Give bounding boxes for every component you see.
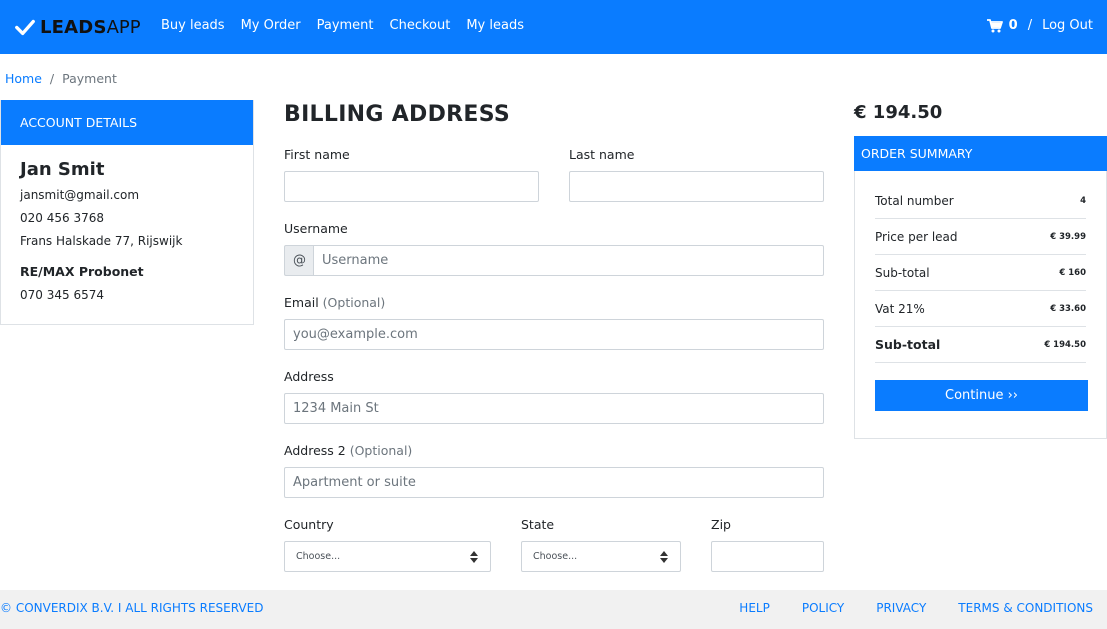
- continue-button[interactable]: Continue ››: [875, 380, 1088, 411]
- order-summary-card: ORDER SUMMARY Total number 4 Price per l…: [854, 136, 1107, 439]
- summary-row-label: Total number: [875, 193, 954, 208]
- country-select-value: Choose...: [296, 551, 341, 562]
- footer-link-help[interactable]: HELP: [739, 601, 770, 615]
- username-input[interactable]: [313, 245, 824, 276]
- sort-arrows-icon: [660, 551, 668, 563]
- sort-arrows-icon: [470, 551, 478, 563]
- logout-link[interactable]: Log Out: [1042, 18, 1093, 33]
- account-phone: 020 456 3768: [20, 211, 104, 225]
- address2-label: Address 2: [284, 443, 346, 458]
- nav-links: Buy leads My Order Payment Checkout My l…: [161, 18, 524, 33]
- cart-icon[interactable]: [986, 18, 1003, 33]
- cart-count[interactable]: 0: [1009, 18, 1018, 33]
- brand-name-light: APP: [106, 16, 141, 38]
- account-company-phone: 070 345 6574: [20, 288, 104, 302]
- footer-link-terms[interactable]: TERMS & CONDITIONS: [958, 601, 1093, 615]
- last-name-input[interactable]: [569, 171, 824, 202]
- zip-input[interactable]: [711, 541, 824, 572]
- first-name-input[interactable]: [284, 171, 539, 202]
- email-optional-hint: (Optional): [322, 295, 386, 310]
- breadcrumb: Home / Payment: [5, 71, 117, 86]
- check-icon: [15, 19, 35, 36]
- username-label: Username: [284, 221, 348, 236]
- country-label: Country: [284, 517, 334, 532]
- summary-row-label: Sub-total: [875, 337, 941, 352]
- account-name: Jan Smit: [20, 159, 105, 180]
- summary-row-total-number: Total number 4: [875, 183, 1086, 219]
- summary-row-subtotal: Sub-total € 160: [875, 255, 1086, 291]
- account-details-card: ACCOUNT DETAILS Jan Smit jansmit@gmail.c…: [0, 100, 254, 325]
- nav-right: 0 / Log Out: [986, 18, 1093, 33]
- summary-row-label: Price per lead: [875, 229, 958, 244]
- nav-link-my-leads[interactable]: My leads: [466, 18, 524, 33]
- username-at-addon: @: [284, 245, 314, 276]
- address2-label-group: Address 2 (Optional): [284, 443, 412, 458]
- nav-link-my-order[interactable]: My Order: [241, 18, 301, 33]
- summary-row-value: € 33.60: [1050, 303, 1086, 314]
- summary-row-value: 4: [1080, 195, 1086, 206]
- footer: © CONVERDIX B.V. I ALL RIGHTS RESERVED H…: [0, 590, 1107, 629]
- first-name-label: First name: [284, 147, 350, 162]
- account-details-header: ACCOUNT DETAILS: [1, 100, 253, 145]
- account-email: jansmit@gmail.com: [20, 188, 140, 202]
- country-select[interactable]: Choose...: [284, 541, 491, 572]
- order-summary-rows: Total number 4 Price per lead € 39.99 Su…: [855, 171, 1106, 363]
- summary-row-value: € 160: [1059, 267, 1086, 278]
- breadcrumb-separator: /: [49, 71, 55, 86]
- summary-row-vat: Vat 21% € 33.60: [875, 291, 1086, 327]
- summary-row-value: € 194.50: [1044, 339, 1086, 350]
- state-select[interactable]: Choose...: [521, 541, 681, 572]
- billing-address-title: BILLING ADDRESS: [284, 102, 511, 127]
- summary-row-label: Vat 21%: [875, 301, 925, 316]
- last-name-label: Last name: [569, 147, 635, 162]
- brand-logo[interactable]: LEADS APP: [14, 13, 141, 41]
- address2-input[interactable]: [284, 467, 824, 498]
- address-input[interactable]: [284, 393, 824, 424]
- order-summary-header: ORDER SUMMARY: [854, 136, 1107, 171]
- navbar: LEADS APP Buy leads My Order Payment Chec…: [0, 0, 1107, 54]
- nav-separator: /: [1027, 18, 1033, 33]
- email-label: Email: [284, 295, 319, 310]
- nav-link-buy-leads[interactable]: Buy leads: [161, 18, 225, 33]
- nav-link-checkout[interactable]: Checkout: [390, 18, 451, 33]
- nav-link-payment[interactable]: Payment: [317, 18, 374, 33]
- footer-copyright: © CONVERDIX B.V. I ALL RIGHTS RESERVED: [0, 601, 264, 615]
- summary-row-grand-subtotal: Sub-total € 194.50: [875, 327, 1086, 363]
- summary-row-price-per-lead: Price per lead € 39.99: [875, 219, 1086, 255]
- zip-label: Zip: [711, 517, 731, 532]
- summary-row-value: € 39.99: [1050, 231, 1086, 242]
- breadcrumb-home[interactable]: Home: [5, 71, 42, 86]
- state-label: State: [521, 517, 555, 532]
- account-address: Frans Halskade 77, Rijswijk: [20, 234, 183, 248]
- address2-optional-hint: (Optional): [349, 443, 413, 458]
- footer-links: HELP POLICY PRIVACY TERMS & CONDITIONS: [739, 601, 1093, 615]
- footer-link-privacy[interactable]: PRIVACY: [876, 601, 926, 615]
- footer-link-policy[interactable]: POLICY: [802, 601, 844, 615]
- address-label: Address: [284, 369, 334, 384]
- email-label-group: Email (Optional): [284, 295, 385, 310]
- total-price: € 194.50: [854, 102, 943, 123]
- brand-name-bold: LEADS: [40, 16, 107, 38]
- breadcrumb-current: Payment: [62, 71, 117, 86]
- email-input[interactable]: [284, 319, 824, 350]
- state-select-value: Choose...: [533, 551, 578, 562]
- account-details-body: Jan Smit jansmit@gmail.com 020 456 3768 …: [1, 145, 253, 325]
- account-company: RE/MAX Probonet: [20, 264, 144, 279]
- summary-row-label: Sub-total: [875, 265, 930, 280]
